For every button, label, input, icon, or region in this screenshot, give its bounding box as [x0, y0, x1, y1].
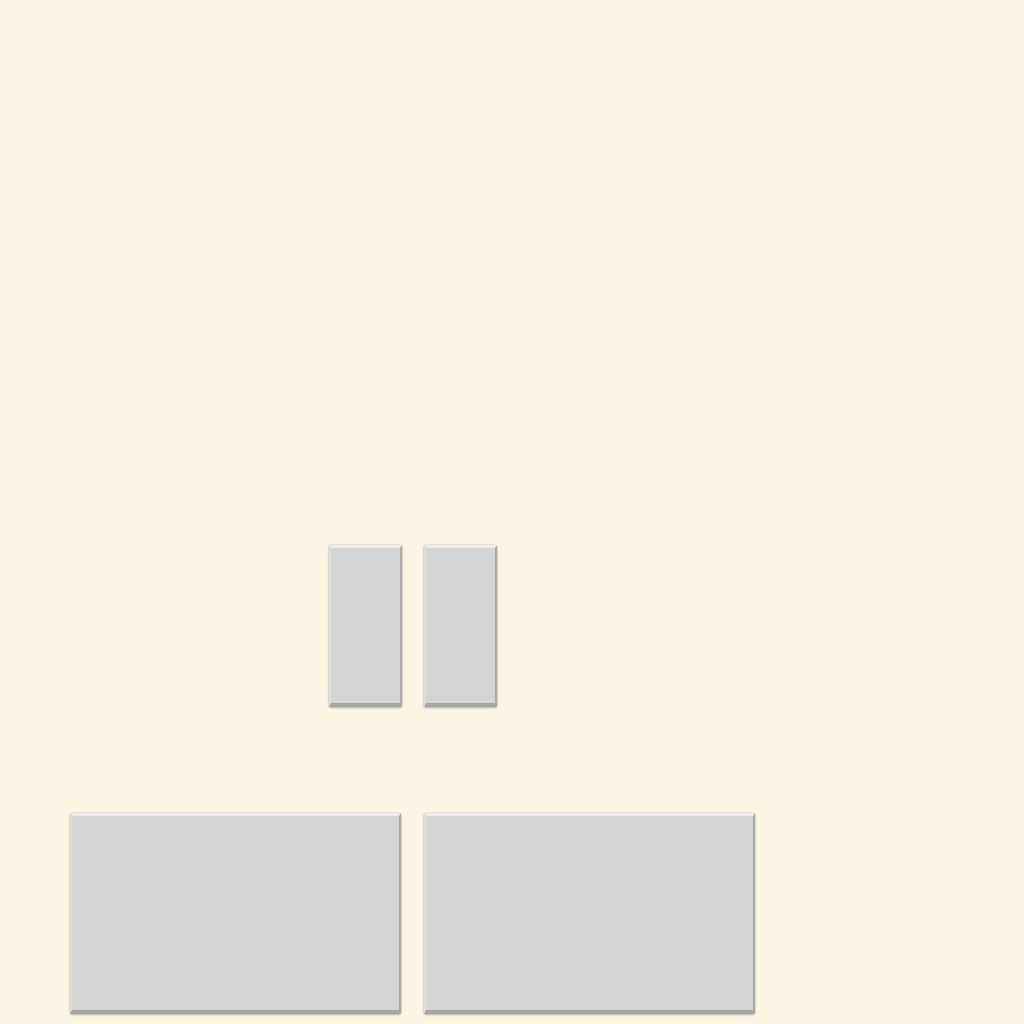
- block-small-right[interactable]: [424, 545, 497, 707]
- block-large-left[interactable]: [70, 813, 401, 1014]
- block-large-right[interactable]: [424, 813, 755, 1014]
- block-small-left[interactable]: [329, 545, 402, 707]
- game-canvas: [0, 0, 1024, 1024]
